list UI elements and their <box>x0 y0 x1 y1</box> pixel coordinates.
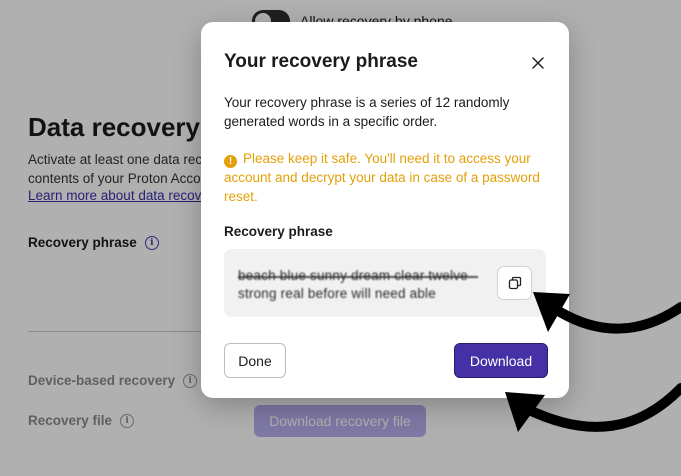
warning-icon: ! <box>224 155 237 168</box>
copy-icon <box>508 276 521 290</box>
warning-message: ! Please keep it safe. You'll need it to … <box>224 149 554 206</box>
close-button[interactable] <box>527 52 549 74</box>
modal-title: Your recovery phrase <box>224 51 418 72</box>
copy-button[interactable] <box>497 266 532 300</box>
phrase-box: beach blue sunny dream clear twelve stro… <box>224 249 546 317</box>
close-icon <box>532 57 544 69</box>
recovery-phrase-modal: Your recovery phrase Your recovery phras… <box>201 22 569 398</box>
download-button[interactable]: Download <box>454 343 548 378</box>
phrase-label: Recovery phrase <box>224 224 333 239</box>
warning-text: Please keep it safe. You'll need it to a… <box>224 151 540 204</box>
done-button[interactable]: Done <box>224 343 286 378</box>
modal-description: Your recovery phrase is a series of 12 r… <box>224 95 510 129</box>
recovery-phrase-value: beach blue sunny dream clear twelve stro… <box>238 267 478 303</box>
